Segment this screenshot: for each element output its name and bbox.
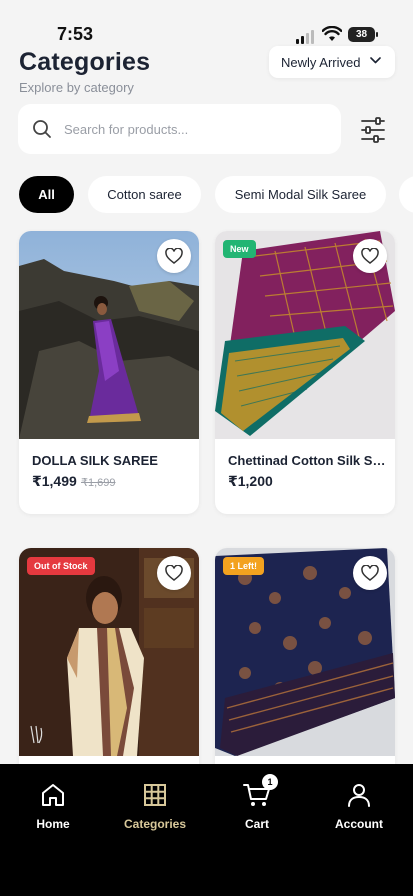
nav-categories-label: Categories — [123, 817, 187, 831]
stock-left-badge: 1 Left! — [223, 557, 264, 575]
nav-home[interactable]: Home — [8, 782, 98, 831]
page-subtitle: Explore by category — [19, 80, 134, 95]
bottom-navigation: Home Categories 1 Cart Account — [0, 764, 413, 896]
wishlist-button[interactable] — [157, 239, 191, 273]
home-icon — [42, 784, 64, 806]
product-price: ₹1,200 — [228, 473, 273, 489]
chevron-down-icon — [370, 57, 381, 64]
nav-categories[interactable]: Categories — [110, 782, 200, 831]
filter-button[interactable] — [352, 114, 394, 146]
status-time: 7:53 — [57, 24, 94, 44]
chip-more[interactable] — [399, 176, 413, 213]
cart-count-badge: 1 — [262, 774, 278, 790]
product-card[interactable]: Out of Stock — [19, 548, 199, 764]
category-chips: All Cotton saree Semi Modal Silk Saree — [0, 176, 413, 213]
chip-cotton-saree[interactable]: Cotton saree — [88, 176, 201, 213]
nav-account-label: Account — [335, 817, 383, 831]
sort-label: Newly Arrived — [281, 54, 361, 70]
heart-icon — [165, 248, 183, 264]
nav-home-label: Home — [36, 817, 70, 831]
battery-icon: 38 — [348, 27, 378, 42]
product-name: Chettinad Cotton Silk Saree — [228, 453, 386, 468]
wishlist-button[interactable] — [353, 239, 387, 273]
filter-sliders-icon — [361, 117, 385, 143]
search-bar[interactable]: Search for products... — [18, 104, 341, 154]
categories-screen: 7:53 38 Categories Explore by category N… — [0, 0, 413, 764]
search-icon — [33, 120, 51, 138]
heart-icon — [361, 565, 379, 581]
nav-cart-label: Cart — [244, 817, 269, 831]
status-bar: 7:53 38 — [0, 22, 413, 48]
product-old-price: ₹1,699 — [81, 477, 116, 489]
signal-icon — [296, 30, 314, 44]
heart-icon — [361, 248, 379, 264]
wishlist-button[interactable] — [157, 556, 191, 590]
heart-icon — [165, 565, 183, 581]
nav-cart[interactable]: 1 Cart — [212, 774, 302, 831]
chip-all[interactable]: All — [19, 176, 74, 213]
user-icon — [348, 784, 370, 807]
search-input[interactable]: Search for products... — [64, 122, 188, 137]
chip-semi-modal-silk-saree[interactable]: Semi Modal Silk Saree — [215, 176, 386, 213]
product-card[interactable]: 1 Left! — [215, 548, 395, 764]
sort-dropdown[interactable]: Newly Arrived — [269, 46, 395, 78]
product-card[interactable]: New Chettinad Cotton Silk Saree ₹1,200 — [215, 231, 395, 514]
product-name: DOLLA SILK SAREE — [32, 453, 158, 468]
product-card[interactable]: DOLLA SILK SAREE ₹1,499 ₹1,699 — [19, 231, 199, 514]
wifi-icon — [321, 25, 343, 47]
new-badge: New — [223, 240, 256, 258]
out-of-stock-badge: Out of Stock — [27, 557, 95, 575]
grid-icon — [144, 784, 166, 806]
product-price: ₹1,499 — [32, 473, 77, 489]
page-title: Categories — [19, 48, 151, 76]
wishlist-button[interactable] — [353, 556, 387, 590]
nav-account[interactable]: Account — [314, 782, 404, 831]
